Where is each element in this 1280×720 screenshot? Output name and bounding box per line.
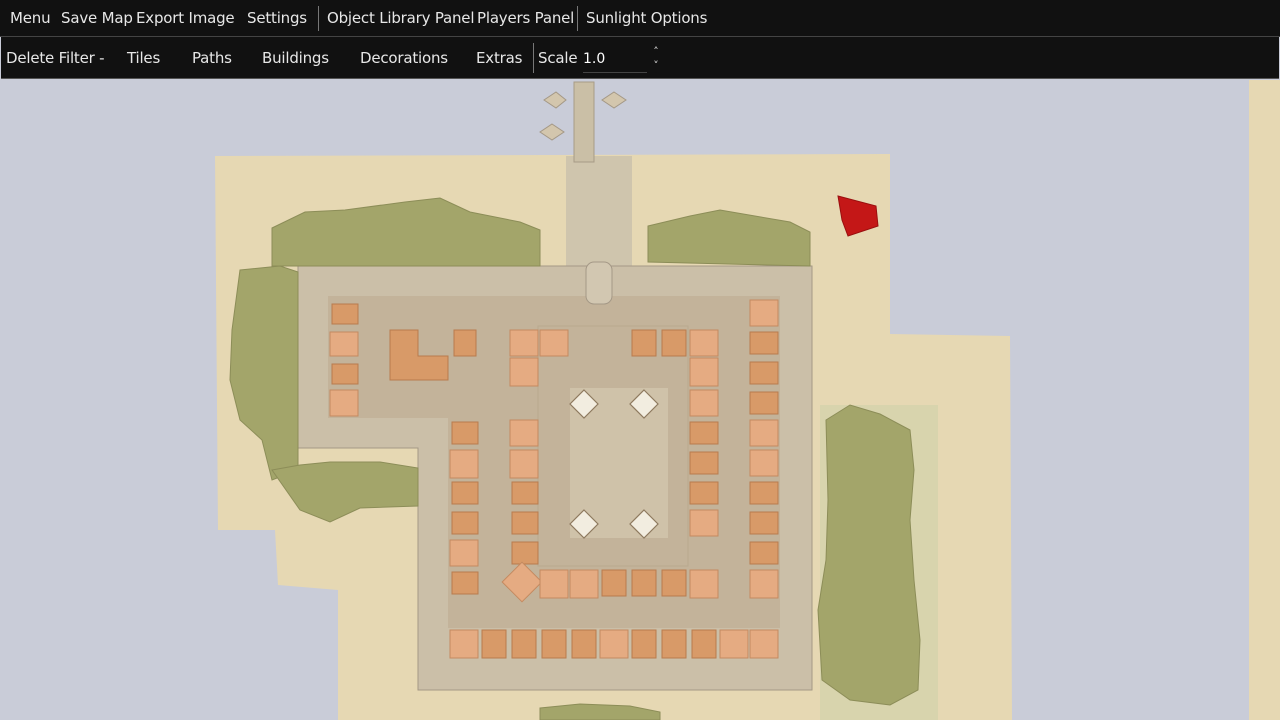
menu-bar: Menu Save Map Export Image Settings Obje… xyxy=(0,0,1280,37)
players-panel-button[interactable]: Players Panel xyxy=(477,0,574,36)
building xyxy=(541,629,567,659)
filter-separator xyxy=(533,43,534,73)
building xyxy=(509,419,539,447)
building xyxy=(749,361,779,385)
tab-tiles[interactable]: Tiles xyxy=(127,37,160,78)
building xyxy=(749,629,779,659)
delete-filter-button[interactable]: Delete Filter - xyxy=(6,37,105,78)
building xyxy=(631,329,657,357)
chevron-up-icon[interactable]: ˄ xyxy=(649,44,663,58)
building xyxy=(749,419,779,447)
tab-decorations[interactable]: Decorations xyxy=(360,37,448,78)
menu-separator xyxy=(577,6,578,31)
building xyxy=(511,511,539,535)
north-road xyxy=(566,156,632,266)
object-library-panel-button[interactable]: Object Library Panel xyxy=(327,0,475,36)
map-drawing xyxy=(0,80,1280,720)
menu-button[interactable]: Menu xyxy=(10,0,51,36)
building xyxy=(329,389,359,417)
building xyxy=(661,329,687,357)
sunlight-options-button[interactable]: Sunlight Options xyxy=(586,0,707,36)
building xyxy=(511,541,539,565)
building xyxy=(509,329,539,357)
building xyxy=(749,331,779,355)
settings-button[interactable]: Settings xyxy=(247,0,307,36)
building xyxy=(539,329,569,357)
building xyxy=(451,421,479,445)
scale-input[interactable]: 1.0 xyxy=(583,46,647,73)
export-image-button[interactable]: Export Image xyxy=(136,0,235,36)
gatehouse xyxy=(585,261,613,305)
building xyxy=(449,629,479,659)
building xyxy=(689,481,719,505)
sand-strip xyxy=(1249,80,1280,720)
building xyxy=(749,511,779,535)
building xyxy=(451,511,479,535)
building xyxy=(719,629,749,659)
building xyxy=(539,569,569,599)
building xyxy=(749,391,779,415)
building xyxy=(569,569,599,599)
building xyxy=(691,629,717,659)
building xyxy=(661,629,687,659)
building xyxy=(511,481,539,505)
building xyxy=(571,629,597,659)
building xyxy=(331,363,359,385)
building xyxy=(631,569,657,597)
building xyxy=(749,569,779,599)
building xyxy=(451,571,479,595)
building xyxy=(509,357,539,387)
building xyxy=(451,481,479,505)
chevron-down-icon[interactable]: ˅ xyxy=(649,58,663,72)
building xyxy=(449,539,479,567)
building xyxy=(689,329,719,357)
building xyxy=(449,449,479,479)
tab-extras[interactable]: Extras xyxy=(476,37,522,78)
building xyxy=(749,449,779,477)
save-map-button[interactable]: Save Map xyxy=(61,0,133,36)
building xyxy=(689,451,719,475)
building xyxy=(599,629,629,659)
building xyxy=(689,357,719,387)
tree-cluster xyxy=(817,404,921,706)
building xyxy=(481,629,507,659)
building xyxy=(453,329,477,357)
building xyxy=(509,449,539,479)
building xyxy=(331,303,359,325)
building xyxy=(689,509,719,537)
menu-separator xyxy=(318,6,319,31)
tab-paths[interactable]: Paths xyxy=(192,37,232,78)
building xyxy=(689,421,719,445)
building xyxy=(749,299,779,327)
building xyxy=(689,389,719,417)
building xyxy=(329,331,359,357)
building xyxy=(749,481,779,505)
building xyxy=(631,629,657,659)
building xyxy=(601,569,627,597)
north-bridge xyxy=(573,81,595,163)
building xyxy=(511,629,537,659)
building xyxy=(749,541,779,565)
filter-bar: Delete Filter - Tiles Paths Buildings De… xyxy=(1,37,1279,79)
building xyxy=(661,569,687,597)
tab-buildings[interactable]: Buildings xyxy=(262,37,329,78)
map-canvas[interactable] xyxy=(0,80,1280,720)
building xyxy=(689,569,719,599)
scale-label: Scale xyxy=(538,48,578,67)
